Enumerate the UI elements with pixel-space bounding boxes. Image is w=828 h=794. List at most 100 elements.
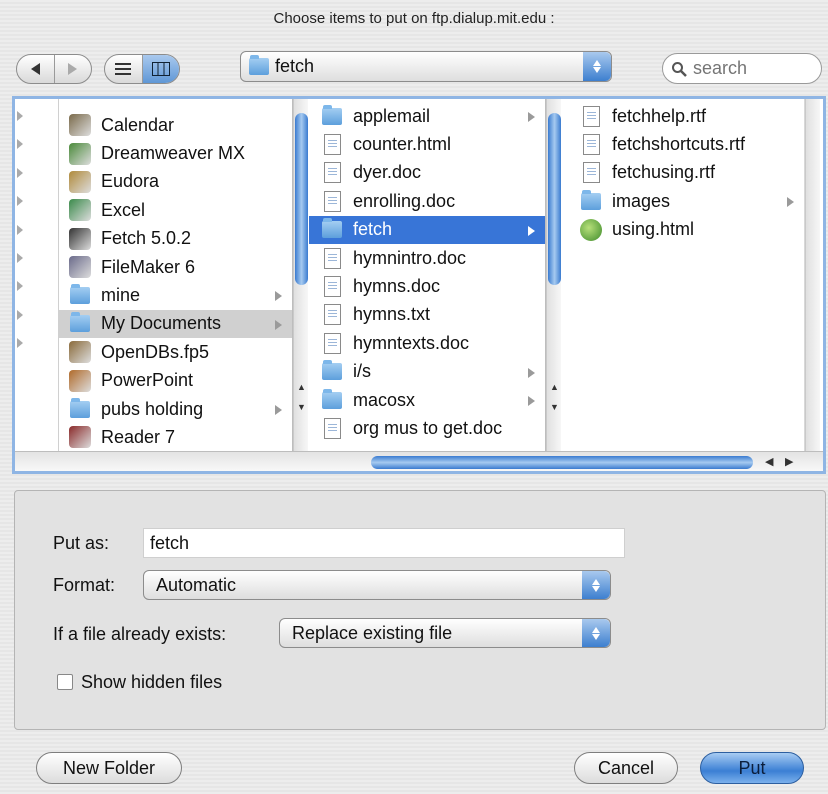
list-item[interactable]: images xyxy=(580,187,804,215)
search-input[interactable] xyxy=(691,57,811,80)
disclosure-arrow-icon xyxy=(275,319,282,330)
list-item[interactable]: fetchusing.rtf xyxy=(580,159,804,187)
disclosure-arrow-icon xyxy=(275,404,282,415)
forward-button[interactable] xyxy=(53,55,91,83)
list-item-label: hymnintro.doc xyxy=(353,247,467,268)
column-1-scrollbar[interactable]: ▲ ▼ xyxy=(293,99,308,451)
location-popup[interactable]: fetch xyxy=(240,51,612,82)
column-2-scroll-thumb[interactable] xyxy=(548,113,561,285)
list-item[interactable]: Excel xyxy=(69,196,292,224)
location-popup-value: fetch xyxy=(275,56,315,76)
column-2-scroll-arrows[interactable]: ▲ ▼ xyxy=(547,377,562,417)
list-view-button[interactable] xyxy=(105,55,142,83)
put-as-field[interactable]: fetch xyxy=(143,528,625,558)
horizontal-scrollbar[interactable]: ◀ ▶ xyxy=(15,451,823,471)
list-item[interactable]: Dreamweaver MX xyxy=(69,139,292,167)
document-icon xyxy=(321,247,343,269)
list-item[interactable]: counter.html xyxy=(321,130,545,158)
list-item[interactable]: org mus to get.doc xyxy=(321,414,545,442)
list-view-icon xyxy=(115,63,132,75)
list-item[interactable]: Fetch 5.0.2 xyxy=(69,225,292,253)
document-icon xyxy=(321,134,343,156)
back-forward-control xyxy=(16,54,92,84)
column-1-scroll-thumb[interactable] xyxy=(295,113,308,285)
back-button[interactable] xyxy=(17,55,54,83)
format-label: Format: xyxy=(53,575,116,595)
list-item[interactable]: Reader 7 xyxy=(69,423,292,451)
list-item[interactable]: Calendar xyxy=(69,111,292,139)
edge-arrow-icon xyxy=(17,310,23,320)
list-item-label: hymns.txt xyxy=(353,304,431,325)
document-icon xyxy=(580,162,602,184)
list-item[interactable]: Eudora xyxy=(69,168,292,196)
document-icon xyxy=(321,276,343,298)
folder-icon xyxy=(69,284,91,307)
cancel-button[interactable]: Cancel xyxy=(574,752,678,784)
list-item[interactable]: fetchhelp.rtf xyxy=(580,102,804,130)
browser-column-2: applemail counter.html dyer.doc enrolling.d… xyxy=(309,99,546,451)
html-file-icon xyxy=(580,218,602,241)
list-item-label: Dreamweaver MX xyxy=(101,143,246,164)
list-item-label: Reader 7 xyxy=(101,426,176,447)
search-box[interactable] xyxy=(662,53,822,84)
list-item-label: FileMaker 6 xyxy=(101,256,196,277)
list-item[interactable]: enrolling.doc xyxy=(321,187,545,215)
show-hidden-checkbox[interactable] xyxy=(57,674,73,690)
list-item-label: images xyxy=(612,190,671,211)
horizontal-scroll-thumb[interactable] xyxy=(371,456,753,469)
file-exists-popup[interactable]: Replace existing file xyxy=(279,618,611,648)
list-item[interactable]: hymns.txt xyxy=(321,301,545,329)
list-item[interactable]: OpenDBs.fp5 xyxy=(69,338,292,366)
edge-arrow-icon xyxy=(17,281,23,291)
column-1-scroll-arrows[interactable]: ▲ ▼ xyxy=(294,377,309,417)
list-item-label: applemail xyxy=(353,105,431,126)
edge-arrow-icon xyxy=(17,139,23,149)
new-folder-button[interactable]: New Folder xyxy=(36,752,182,784)
file-exists-label: If a file already exists: xyxy=(53,624,227,644)
show-hidden-label[interactable]: Show hidden files xyxy=(81,672,222,693)
document-icon xyxy=(321,190,343,212)
edge-arrow-icon xyxy=(17,111,23,121)
list-item[interactable]: fetch xyxy=(309,215,545,244)
list-item[interactable]: hymntexts.doc xyxy=(321,329,545,357)
list-item[interactable]: My Documents xyxy=(59,309,292,339)
list-item[interactable]: using.html xyxy=(580,216,804,244)
list-item[interactable]: applemail xyxy=(321,102,545,130)
scroll-left-arrow-icon[interactable]: ◀ xyxy=(765,455,773,468)
list-item[interactable]: PowerPoint xyxy=(69,367,292,395)
put-button[interactable]: Put xyxy=(700,752,804,784)
folder-icon xyxy=(69,312,91,335)
edge-arrow-icon xyxy=(17,168,23,178)
list-item-label: macosx xyxy=(353,389,416,410)
list-item[interactable]: hymnintro.doc xyxy=(321,244,545,272)
list-item[interactable]: i/s xyxy=(321,358,545,386)
list-item[interactable]: mine xyxy=(69,281,292,309)
column-2-scrollbar[interactable]: ▲ ▼ xyxy=(546,99,561,451)
scroll-right-arrow-icon[interactable]: ▶ xyxy=(785,455,793,468)
popup-stepper-icon xyxy=(582,619,610,647)
list-item-label: org mus to get.doc xyxy=(353,417,503,438)
list-item[interactable]: macosx xyxy=(321,386,545,414)
list-item-label: My Documents xyxy=(101,313,222,334)
document-icon xyxy=(321,332,343,354)
column-view-button[interactable] xyxy=(141,55,179,83)
list-item[interactable]: pubs holding xyxy=(69,395,292,423)
list-item-label: enrolling.doc xyxy=(353,190,456,211)
list-item[interactable]: FileMaker 6 xyxy=(69,253,292,281)
format-popup[interactable]: Automatic xyxy=(143,570,611,600)
folder-icon xyxy=(321,360,343,383)
database-icon xyxy=(69,341,91,364)
folder-icon xyxy=(321,388,343,411)
list-item-label: pubs holding xyxy=(101,398,204,419)
folder-icon xyxy=(580,189,602,212)
popup-stepper-icon xyxy=(583,52,611,81)
options-panel: Put as: fetch Format: Automatic If a fil… xyxy=(14,490,826,730)
column-3-scrollbar[interactable] xyxy=(805,99,820,451)
forward-arrow-icon xyxy=(68,63,78,75)
list-item[interactable]: dyer.doc xyxy=(321,159,545,187)
folder-icon xyxy=(69,397,91,420)
list-item[interactable]: fetchshortcuts.rtf xyxy=(580,130,804,158)
column-browser: Calendar Dreamweaver MX Eudora Excel Fetch 5… xyxy=(12,96,826,474)
list-item[interactable]: hymns.doc xyxy=(321,272,545,300)
folder-icon xyxy=(249,55,269,75)
